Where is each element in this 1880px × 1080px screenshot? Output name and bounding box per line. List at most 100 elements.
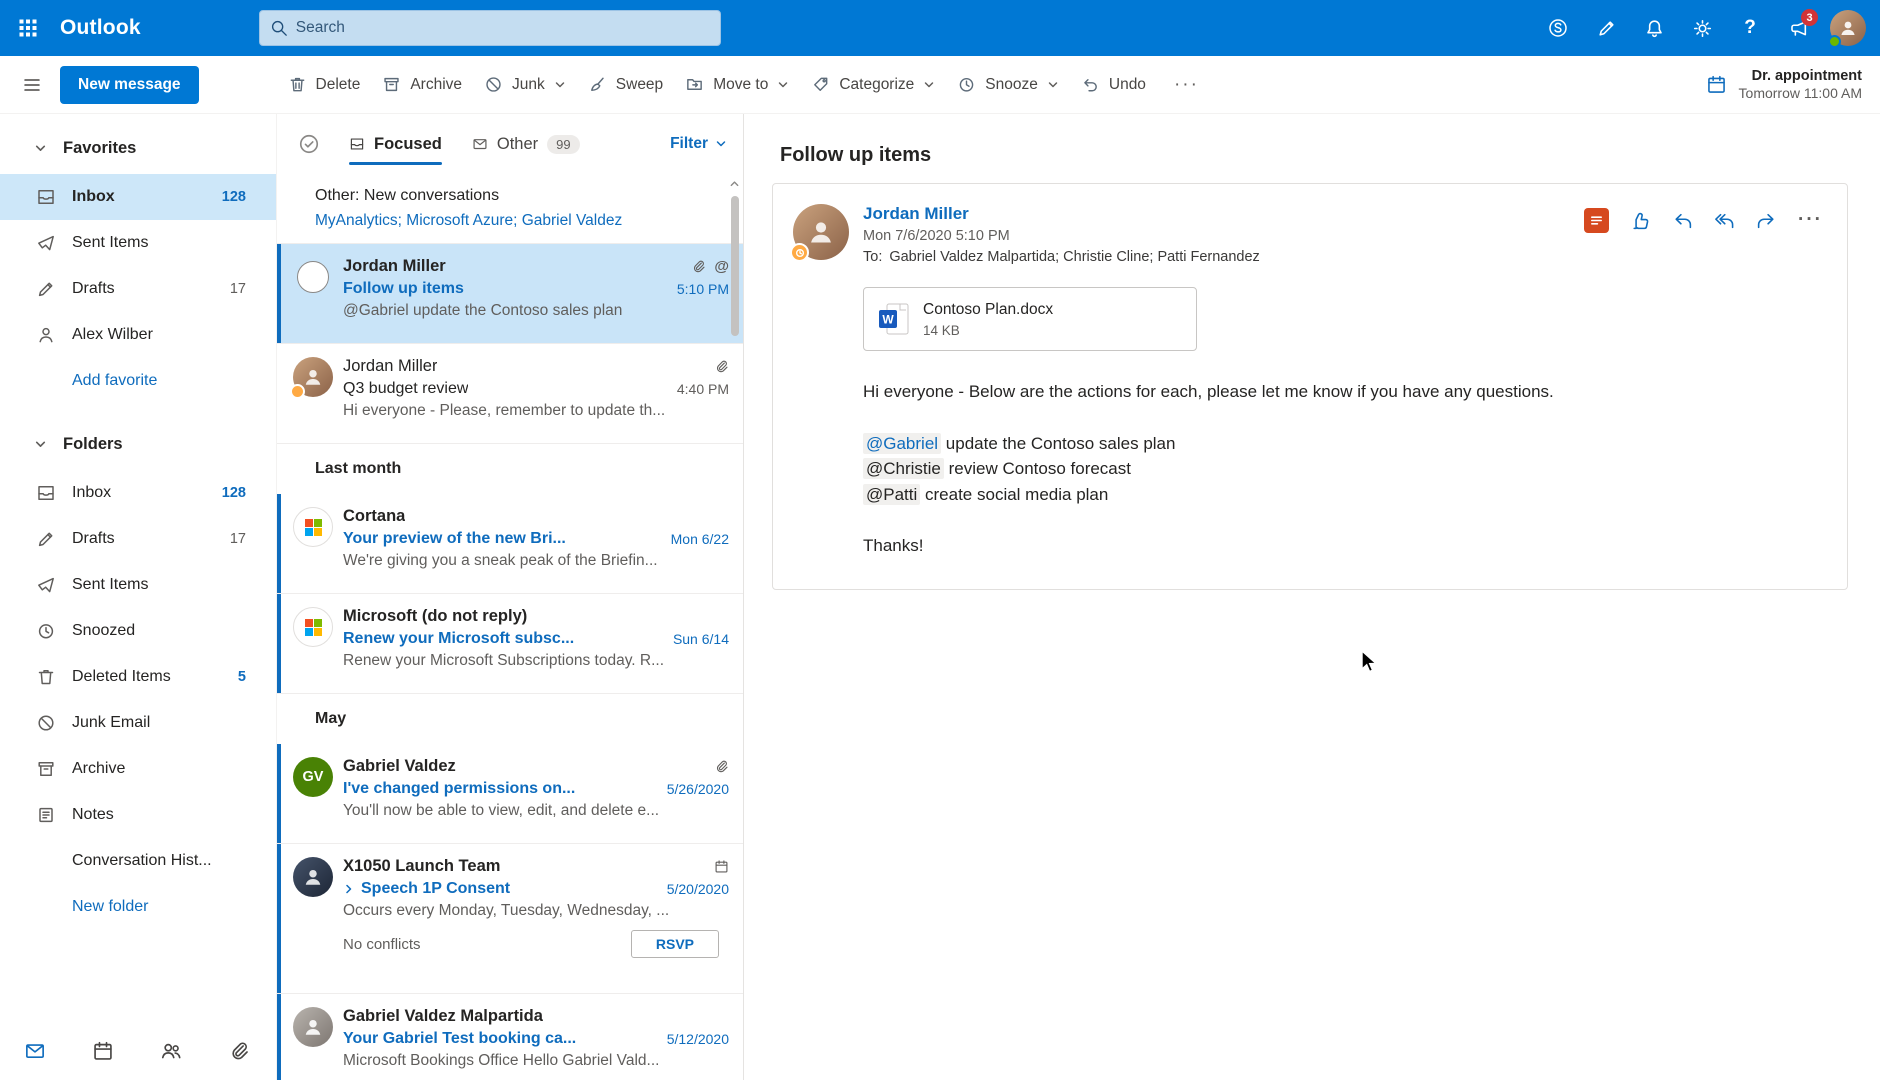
microsoft-logo-avatar	[293, 607, 333, 647]
move-to-button[interactable]: Move to	[674, 65, 800, 105]
sidebar-item-deleted-items[interactable]: Deleted Items 5	[0, 654, 276, 700]
banner-preview: MyAnalytics; Microsoft Azure; Gabriel Va…	[315, 212, 623, 229]
sidebar-item-inbox-favorite[interactable]: Inbox 128	[0, 174, 276, 220]
todo-flag-icon[interactable]	[1584, 207, 1610, 233]
scrollbar-thumb[interactable]	[731, 196, 739, 336]
sender-avatar[interactable]	[790, 204, 849, 262]
mention-gabriel[interactable]: @Gabriel	[863, 432, 942, 454]
filter-button[interactable]: Filter	[670, 135, 727, 153]
tab-focused[interactable]: Focused	[341, 114, 450, 174]
reading-pane: Follow up items Jordan Miller Mon 7/6/20…	[744, 114, 1880, 1080]
sidebar-item-label: Conversation Hist...	[72, 852, 212, 869]
skype-icon[interactable]	[1534, 4, 1582, 52]
sidebar-item-junk-email[interactable]: Junk Email	[0, 700, 276, 746]
sidebar-item-sent-items[interactable]: Sent Items	[0, 562, 276, 608]
message-item-speech-consent[interactable]: X1050 Launch Team Speech 1P Consent 5/20…	[277, 844, 743, 994]
sidebar-item-archive[interactable]: Archive	[0, 746, 276, 792]
add-favorite-link[interactable]: Add favorite	[0, 358, 276, 404]
sweep-button[interactable]: Sweep	[577, 65, 674, 105]
message-time: Mon 6/22	[670, 531, 729, 547]
rsvp-button[interactable]: RSVP	[630, 930, 719, 958]
sidebar-item-snoozed[interactable]: Snoozed	[0, 608, 276, 654]
message-time: 5/12/2020	[666, 1031, 729, 1047]
recipients-list[interactable]: Gabriel Valdez Malpartida; Christie Clin…	[889, 249, 1259, 265]
reply-icon[interactable]	[1672, 210, 1693, 231]
junk-button[interactable]: Junk	[473, 65, 577, 105]
sender-name-link[interactable]: Jordan Miller	[863, 204, 1260, 224]
other-conversations-banner[interactable]: Other: New conversations MyAnalytics; Mi…	[277, 174, 743, 244]
message-sender: Microsoft (do not reply)	[343, 607, 528, 625]
feedback-pencil-icon[interactable]	[1582, 4, 1630, 52]
calendar-reminder-peek[interactable]: Dr. appointment Tomorrow 11:00 AM	[1706, 67, 1862, 103]
message-subject: Speech 1P Consent	[361, 880, 511, 897]
message-item-changed-permissions[interactable]: GV Gabriel Valdez I've changed permissio…	[277, 744, 743, 844]
message-item-cortana-briefing[interactable]: Cortana Your preview of the new Bri... M…	[277, 494, 743, 594]
sidebar-item-conversation-history[interactable]: Conversation Hist...	[0, 838, 276, 884]
more-actions-button[interactable]: ···	[1798, 209, 1823, 231]
whats-new-megaphone-icon[interactable]: 3	[1774, 4, 1822, 52]
add-favorite-label: Add favorite	[72, 372, 158, 389]
reply-all-icon[interactable]	[1714, 210, 1735, 231]
tab-other[interactable]: Other 99	[464, 114, 588, 174]
delete-button[interactable]: Delete	[277, 65, 372, 105]
message-subject: Renew your Microsoft subsc...	[343, 630, 575, 647]
attachment-name: Contoso Plan.docx	[923, 300, 1054, 318]
search-bar[interactable]	[258, 10, 721, 46]
select-radio[interactable]	[297, 261, 329, 293]
new-folder-link[interactable]: New folder	[0, 884, 276, 930]
sidebar-item-label: Junk Email	[72, 714, 151, 731]
broom-icon	[588, 75, 607, 94]
settings-gear-icon[interactable]	[1678, 4, 1726, 52]
sidebar-item-drafts[interactable]: Drafts 17	[0, 516, 276, 562]
search-input[interactable]	[295, 19, 710, 37]
conversation-title: Follow up items	[780, 144, 932, 166]
attachment-card[interactable]: W Contoso Plan.docx 14 KB	[863, 287, 1197, 351]
mention-christie[interactable]: @Christie	[863, 458, 944, 479]
message-time: 5/26/2020	[666, 781, 729, 797]
hamburger-menu-icon[interactable]	[12, 65, 52, 105]
unread-count: 128	[221, 189, 246, 205]
sidebar-item-notes[interactable]: Notes	[0, 792, 276, 838]
undo-button[interactable]: Undo	[1070, 65, 1157, 105]
message-item-follow-up-items[interactable]: Jordan Miller @ Follow up items 5:10 PM …	[277, 244, 743, 344]
attachments-module-icon[interactable]	[228, 1040, 250, 1062]
mention-patti[interactable]: @Patti	[863, 483, 921, 505]
svg-text:W: W	[882, 313, 894, 327]
sidebar-item-alex-wilber[interactable]: Alex Wilber	[0, 312, 276, 358]
pencil-icon	[36, 529, 56, 549]
sidebar-item-drafts-favorite[interactable]: Drafts 17	[0, 266, 276, 312]
snooze-button[interactable]: Snooze	[946, 65, 1070, 105]
help-icon[interactable]: ?	[1726, 4, 1774, 52]
new-message-button[interactable]: New message	[60, 65, 199, 104]
account-avatar[interactable]	[1828, 10, 1866, 48]
body-paragraph: Hi everyone - Below are the actions for …	[863, 382, 1554, 401]
more-commands-button[interactable]: ···	[1163, 65, 1210, 105]
notifications-bell-icon[interactable]	[1630, 4, 1678, 52]
message-time: 4:40 PM	[676, 381, 729, 397]
scrollbar-up-arrow[interactable]	[729, 178, 740, 189]
snooze-label: Snooze	[985, 75, 1038, 93]
clock-icon	[957, 75, 976, 94]
people-module-icon[interactable]	[160, 1040, 182, 1062]
message-item-q3-budget-review[interactable]: Jordan Miller Q3 budget review 4:40 PM H…	[277, 344, 743, 444]
sidebar-item-inbox[interactable]: Inbox 128	[0, 470, 276, 516]
archive-button[interactable]: Archive	[371, 65, 473, 105]
sidebar-item-label: Sent Items	[72, 576, 149, 593]
favorites-section-header[interactable]: Favorites	[0, 122, 276, 174]
categorize-button[interactable]: Categorize	[800, 65, 946, 105]
expand-chevron-right-icon[interactable]	[343, 883, 355, 895]
sidebar-item-sent-favorite[interactable]: Sent Items	[0, 220, 276, 266]
message-item-renew-subscription[interactable]: Microsoft (do not reply) Renew your Micr…	[277, 594, 743, 694]
forward-icon[interactable]	[1756, 210, 1777, 231]
select-all-circle-icon[interactable]	[291, 126, 327, 162]
unread-count: 17	[229, 531, 246, 547]
app-launcher-icon[interactable]	[0, 0, 56, 56]
inbox-icon	[36, 187, 56, 207]
like-icon[interactable]	[1630, 210, 1651, 231]
envelope-icon	[472, 136, 488, 152]
mail-module-icon[interactable]	[24, 1040, 46, 1062]
calendar-module-icon[interactable]	[92, 1040, 114, 1062]
tag-icon	[811, 75, 830, 94]
message-item-booking-calendar[interactable]: Gabriel Valdez Malpartida Your Gabriel T…	[277, 994, 743, 1080]
folders-section-header[interactable]: Folders	[0, 418, 276, 470]
